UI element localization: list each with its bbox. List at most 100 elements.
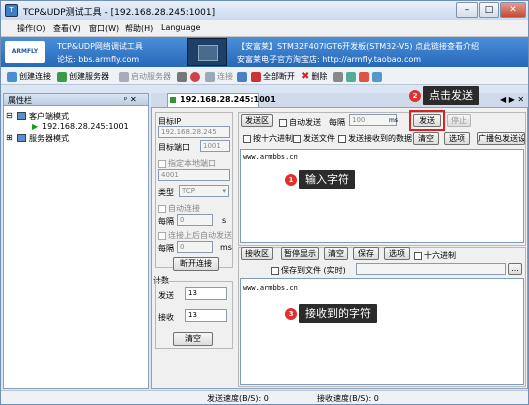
tab-connection[interactable]: 192.168.28.245:1001 bbox=[167, 93, 276, 107]
send-button-highlight bbox=[409, 110, 445, 131]
hex-display-checkbox[interactable]: 十六进制 bbox=[414, 250, 456, 261]
tree-toggle-server[interactable]: ⊞ bbox=[6, 133, 13, 142]
tree-server-mode[interactable]: 服务器模式 bbox=[29, 133, 69, 144]
local-port-checkbox[interactable]: 指定本地端口 bbox=[158, 158, 216, 169]
app-window: T TCP&UDP测试工具 - [192.168.28.245:1001] – … bbox=[0, 0, 529, 405]
toolbar-tool-3[interactable] bbox=[359, 70, 369, 83]
server-folder-icon bbox=[17, 134, 26, 142]
recv-clear-button[interactable]: 清空 bbox=[324, 247, 348, 260]
send-options-button[interactable]: 选项 bbox=[444, 132, 470, 145]
tool-name: TCP&UDP网络调试工具 bbox=[57, 42, 143, 51]
board-image bbox=[187, 38, 227, 66]
recv-save-button[interactable]: 保存 bbox=[353, 247, 379, 260]
recv-count-label: 接收 bbox=[158, 313, 174, 322]
disconnect-button[interactable] bbox=[237, 70, 247, 83]
disconnect-all-icon bbox=[251, 71, 261, 82]
window-icon bbox=[346, 71, 356, 82]
armfly-logo: ARMFLY bbox=[5, 41, 45, 63]
tree-client-item[interactable]: 192.168.28.245:1001 bbox=[42, 122, 129, 131]
auto-connect-checkbox[interactable]: 自动连接 bbox=[158, 203, 200, 214]
browse-file-button[interactable]: ... bbox=[508, 263, 522, 275]
send-count-value: 13 bbox=[185, 287, 227, 300]
pause-display-button[interactable]: 暂停显示 bbox=[281, 247, 319, 260]
close-button[interactable]: ✕ bbox=[500, 2, 526, 18]
disconnect-button-panel[interactable]: 断开连接 bbox=[173, 257, 219, 271]
connect-icon bbox=[205, 71, 215, 82]
delete-icon: ✖ bbox=[301, 71, 310, 82]
auto-send-interval-unit: ms bbox=[220, 243, 232, 252]
annotation-1-badge: 1 bbox=[285, 174, 297, 186]
auto-send-on-connect-checkbox[interactable]: 连接上后自动发送 bbox=[158, 230, 232, 241]
tool-icon bbox=[333, 71, 343, 82]
local-port-input[interactable]: 4001 bbox=[158, 169, 230, 181]
app-icon: T bbox=[5, 4, 18, 17]
banner: ARMFLY TCP&UDP网络调试工具 论坛: bbs.armfly.com … bbox=[1, 37, 528, 67]
disconnect-all-button[interactable]: 全部断开 bbox=[251, 70, 295, 83]
menu-view[interactable]: 查看(V) bbox=[53, 23, 81, 34]
send-clear-button[interactable]: 清空 bbox=[413, 132, 439, 145]
toolbar-tool-4[interactable] bbox=[372, 70, 382, 83]
broadcast-settings-button[interactable]: 广播包发送设 bbox=[477, 132, 525, 145]
minimize-button[interactable]: – bbox=[456, 2, 478, 18]
type-label: 类型 bbox=[158, 188, 174, 197]
target-ip-input[interactable]: 192.168.28.245 bbox=[158, 126, 230, 138]
target-port-input[interactable]: 1001 bbox=[200, 140, 230, 152]
menu-help[interactable]: 帮助(H) bbox=[125, 23, 153, 34]
delete-button[interactable]: ✖ 删除 bbox=[301, 70, 327, 83]
menu-window[interactable]: 窗口(W) bbox=[89, 23, 119, 34]
chevron-down-icon: ▾ bbox=[222, 187, 226, 195]
auto-connect-interval-input[interactable]: 0 bbox=[177, 214, 213, 226]
send-count-label: 发送 bbox=[158, 291, 174, 300]
stop-button[interactable] bbox=[190, 70, 200, 83]
recv-speed: 接收速度(B/S): 0 bbox=[317, 394, 379, 403]
tree-toggle-client[interactable]: ⊟ bbox=[6, 111, 13, 120]
count-clear-button[interactable]: 清空 bbox=[173, 332, 213, 346]
toolbar-tool-2[interactable] bbox=[346, 70, 356, 83]
gear-icon bbox=[177, 71, 187, 82]
target-port-label: 目标端口 bbox=[158, 143, 190, 152]
toolbar-tool-1[interactable] bbox=[333, 70, 343, 83]
send-interval-label: 每隔 bbox=[329, 118, 345, 127]
stop-icon bbox=[190, 71, 200, 82]
recv-textarea[interactable] bbox=[240, 278, 524, 385]
auto-send-checkbox[interactable]: 自动发送 bbox=[279, 117, 321, 128]
send-file-checkbox[interactable]: 发送文件 bbox=[293, 133, 335, 144]
info-icon bbox=[372, 71, 382, 82]
window-title: TCP&UDP测试工具 - [192.168.28.245:1001] bbox=[23, 8, 216, 18]
tree-client-mode[interactable]: 客户端模式 bbox=[29, 111, 69, 122]
recv-options-button[interactable]: 选项 bbox=[384, 247, 410, 260]
forum-link[interactable]: 论坛: bbs.armfly.com bbox=[57, 54, 139, 65]
property-panel-header: 属性栏 ᵖ ✕ bbox=[3, 93, 149, 106]
auto-send-interval-input[interactable]: 0 bbox=[177, 241, 213, 253]
status-bar: 发送速度(B/S): 0 接收速度(B/S): 0 bbox=[1, 390, 528, 404]
auto-connect-interval-label: 每隔 bbox=[158, 217, 174, 226]
send-speed: 发送速度(B/S): 0 bbox=[207, 394, 269, 403]
create-connection-button[interactable]: 创建连接 bbox=[7, 70, 51, 83]
menu-language[interactable]: Language bbox=[161, 23, 200, 32]
menu-operate[interactable]: 操作(O) bbox=[17, 23, 46, 34]
ad-link[interactable]: 【安富莱】STM32F407IGT6开发板(STM32-V5) 点此链接查看介绍 bbox=[237, 41, 479, 52]
tab-nav-buttons[interactable]: ◀ ▶ ✕ bbox=[500, 95, 524, 104]
panel-pin-close[interactable]: ᵖ ✕ bbox=[124, 95, 137, 104]
send-textarea[interactable] bbox=[240, 149, 524, 243]
stop-send-button[interactable]: 停止 bbox=[447, 114, 471, 127]
connect-button[interactable]: 连接 bbox=[205, 70, 233, 83]
hex-send-checkbox[interactable]: 按十六进制 bbox=[243, 133, 293, 144]
client-folder-icon bbox=[17, 112, 26, 120]
shop-link[interactable]: 安富莱电子官方淘宝店: http://armfly.taobao.com bbox=[237, 54, 421, 65]
send-received-checkbox[interactable]: 发送接收到的数据 bbox=[338, 133, 412, 144]
create-server-button[interactable]: 创建服务器 bbox=[57, 70, 109, 83]
start-icon bbox=[119, 71, 129, 82]
connected-arrow-icon: ▶ bbox=[32, 122, 39, 131]
settings-button[interactable] bbox=[177, 70, 187, 83]
start-server-button[interactable]: 启动服务器 bbox=[119, 70, 171, 83]
alert-icon bbox=[359, 71, 369, 82]
annotation-2-callout: 点击发送 bbox=[423, 86, 479, 105]
maximize-button[interactable]: □ bbox=[479, 2, 499, 18]
save-file-path-input[interactable] bbox=[356, 263, 506, 275]
annotation-2-badge: 2 bbox=[409, 90, 421, 102]
type-select[interactable]: TCP ▾ bbox=[179, 185, 229, 197]
recv-content: www.armbbs.cn bbox=[243, 284, 298, 292]
connection-icon bbox=[7, 71, 17, 82]
save-to-file-checkbox[interactable]: 保存到文件 (实时) bbox=[271, 265, 346, 276]
